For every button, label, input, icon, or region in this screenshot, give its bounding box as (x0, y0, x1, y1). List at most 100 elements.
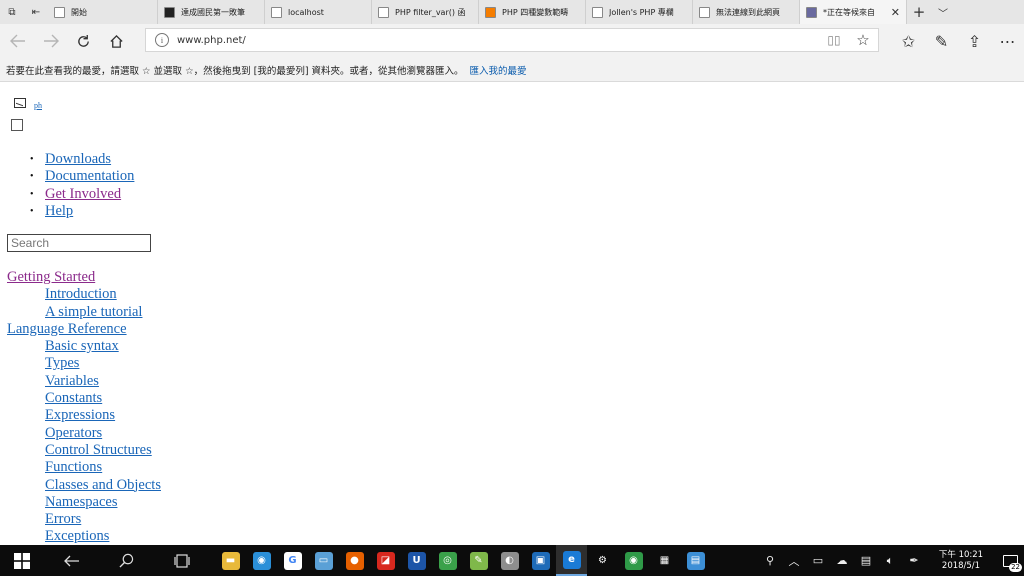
refresh-button[interactable] (67, 26, 100, 56)
toc-item-link[interactable]: Functions (45, 459, 102, 475)
page-favicon (592, 6, 603, 18)
taskbar-app[interactable]: e (556, 545, 587, 576)
favorite-star-icon[interactable]: ☆ (852, 31, 874, 49)
volume-icon[interactable]: 🔈︎ (878, 554, 902, 568)
browser-tab[interactable]: *正在等候來自 ✕ (800, 0, 907, 24)
favorites-hub-icon[interactable]: ✩ (892, 26, 925, 56)
set-aside-tabs-icon[interactable]: ⧉ (0, 0, 24, 24)
notification-count: 22 (1009, 563, 1022, 572)
toc-section-link[interactable]: Language Reference (7, 321, 127, 337)
tab-strip: ⧉ ⇤ 開始 達成國民第一敗筆 localhost PHP filter_var() … (0, 0, 1024, 24)
pdf-app-icon: ◪ (376, 551, 395, 570)
toc-item-link[interactable]: Variables (45, 373, 99, 389)
new-tab-button[interactable]: + (907, 0, 931, 24)
main-menu-item: • Get Involved (30, 186, 134, 203)
toc-item-link[interactable]: Introduction (45, 286, 117, 302)
taskbar-app[interactable]: ✎ (463, 545, 494, 576)
browser-tab[interactable]: PHP 四種變數範疇 (479, 0, 586, 24)
logo-alt-text[interactable]: ph (34, 101, 42, 110)
taskbar-app[interactable]: ▭ (308, 545, 339, 576)
taskbar-app[interactable]: ◎ (432, 545, 463, 576)
import-favorites-link[interactable]: 匯入我的最愛 (470, 63, 527, 77)
flag-favicon (164, 6, 175, 18)
camera-app-icon: ◉ (252, 551, 271, 570)
taskbar-app[interactable]: ▬ (215, 545, 246, 576)
taskbar-app[interactable]: G (277, 545, 308, 576)
toc-item-link[interactable]: Types (45, 355, 79, 371)
toc-item-link[interactable]: Namespaces (45, 494, 117, 510)
forward-button[interactable] (34, 26, 67, 56)
toc-item-link[interactable]: Constants (45, 390, 102, 406)
search-input[interactable]: Search (7, 234, 151, 252)
back-button[interactable] (1, 26, 34, 56)
bullet-icon: • (30, 205, 34, 217)
taskbar-app[interactable]: U (401, 545, 432, 576)
toc-item: Introduction (7, 286, 161, 303)
main-menu-link[interactable]: Downloads (45, 151, 111, 168)
taskbar-app[interactable]: ◐ (494, 545, 525, 576)
onedrive-icon[interactable]: ☁ (830, 554, 854, 567)
main-menu-item: • Downloads (30, 151, 134, 168)
favorites-bar: 若要在此查看我的最愛，請選取 ☆ 並選取 ☆，然後拖曳到 [我的最愛列] 資料夾… (0, 58, 1024, 82)
toc-item-link[interactable]: Control Structures (45, 442, 152, 458)
toc-item: Namespaces (7, 494, 161, 511)
taskbar-app[interactable]: ⚙ (587, 545, 618, 576)
taskbar-app[interactable]: ▦ (649, 545, 680, 576)
network-icon[interactable]: ▤ (854, 554, 878, 567)
php-logo[interactable]: ph (14, 96, 42, 110)
site-info-icon[interactable]: i (155, 33, 169, 47)
broken-image-icon (14, 98, 26, 108)
back-arrow-button[interactable] (44, 545, 99, 576)
main-menu-link[interactable]: Get Involved (45, 186, 121, 203)
browser-tab[interactable]: 達成國民第一敗筆 (158, 0, 265, 24)
toc-item-link[interactable]: Expressions (45, 407, 115, 423)
browser-tab[interactable]: PHP filter_var() 函 (372, 0, 479, 24)
battery-icon[interactable]: ▭ (806, 554, 830, 567)
tab-label: Jollen's PHP 專欄 (609, 7, 674, 17)
taskbar-app[interactable]: ◉ (246, 545, 277, 576)
search-button[interactable] (99, 545, 154, 576)
toc-item-link[interactable]: Operators (45, 425, 102, 441)
browser-tab[interactable]: 開始 (48, 0, 158, 24)
toc-item-link[interactable]: Basic syntax (45, 338, 119, 354)
people-icon[interactable]: ⚲ (758, 554, 782, 567)
taskbar-app[interactable]: ● (339, 545, 370, 576)
toc-item-link[interactable]: Errors (45, 511, 81, 527)
taskbar-app[interactable]: ◪ (370, 545, 401, 576)
start-button[interactable] (0, 545, 44, 576)
home-button[interactable] (100, 26, 133, 56)
globe-app-icon: ◎ (438, 551, 457, 570)
toc-section: Getting Started (7, 269, 161, 286)
web-note-icon[interactable]: ✎ (925, 26, 958, 56)
windows-logo-icon (14, 552, 30, 569)
toc-item-link[interactable]: Exceptions (45, 528, 109, 544)
address-bar[interactable]: i www.php.net/ ▯▯ ☆ (145, 28, 879, 52)
clock[interactable]: 下午 10:21 2018/5/1 (926, 550, 996, 572)
address-url[interactable]: www.php.net/ (177, 35, 824, 46)
taskbar-app[interactable]: ◉ (618, 545, 649, 576)
toc-item-link[interactable]: Classes and Objects (45, 477, 161, 493)
taskbar-app[interactable]: ▣ (525, 545, 556, 576)
favorites-bar-message: 若要在此查看我的最愛，請選取 ☆ 並選取 ☆，然後拖曳到 [我的最愛列] 資料夾… (6, 65, 464, 77)
taskbar-app[interactable]: ▤ (680, 545, 711, 576)
task-view-button[interactable] (154, 545, 209, 576)
main-menu-link[interactable]: Help (45, 203, 73, 220)
toc-section-link[interactable]: Getting Started (7, 269, 95, 285)
browser-tab[interactable]: Jollen's PHP 專欄 (586, 0, 693, 24)
close-tab-icon[interactable]: ✕ (887, 6, 900, 19)
tab-previews-chevron-icon[interactable]: ﹀ (931, 0, 955, 24)
action-center-button[interactable]: 22 (996, 545, 1024, 576)
share-icon[interactable]: ⇪ (958, 26, 991, 56)
page-content: ph • Downloads • Documentation • Get Involved… (0, 83, 1024, 545)
browser-tab[interactable]: localhost (265, 0, 372, 24)
more-menu-icon[interactable]: ⋯ (991, 26, 1024, 56)
browser-tab[interactable]: 無法連線到此網頁 (693, 0, 800, 24)
show-aside-tabs-icon[interactable]: ⇤ (24, 0, 48, 24)
toc-item-link[interactable]: A simple tutorial (45, 304, 142, 320)
reading-view-icon[interactable]: ▯▯ (824, 33, 844, 47)
main-menu-link[interactable]: Documentation (45, 168, 134, 185)
pen-workspace-icon[interactable]: ✒ (902, 554, 926, 567)
table-of-contents: Getting Started Introduction A simple tuto… (7, 269, 161, 545)
show-hidden-icons-chevron[interactable]: ︿ (782, 553, 806, 569)
menu-toggle-checkbox[interactable] (11, 119, 23, 131)
